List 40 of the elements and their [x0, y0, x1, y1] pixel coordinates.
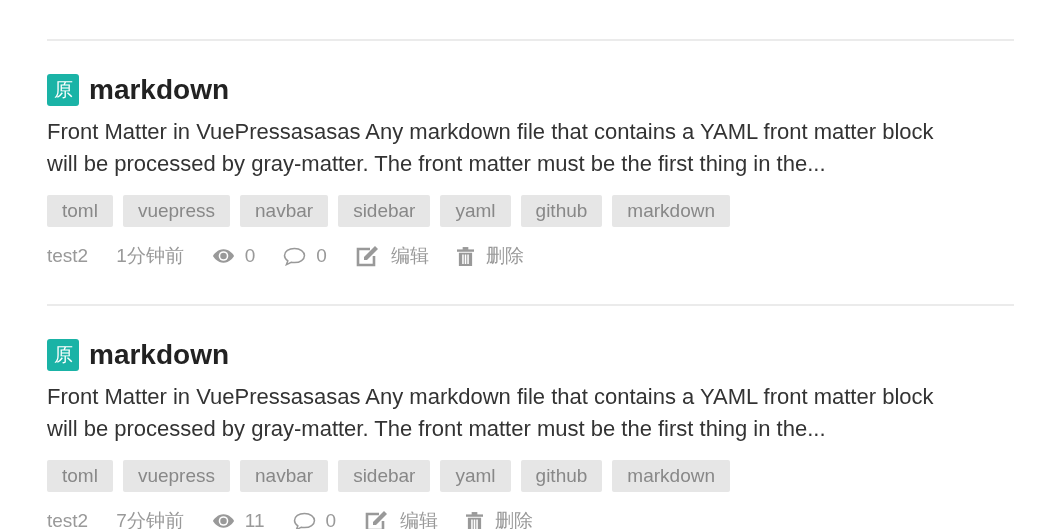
- original-badge: 原: [47, 74, 79, 106]
- comment-icon: [283, 246, 307, 266]
- tag[interactable]: github: [520, 195, 603, 227]
- comment-icon: [292, 511, 316, 529]
- original-badge: 原: [47, 339, 79, 371]
- tag[interactable]: yaml: [440, 460, 511, 492]
- pencil-icon: [354, 245, 379, 267]
- tag[interactable]: navbar: [240, 460, 329, 492]
- tag[interactable]: toml: [47, 195, 113, 227]
- delete-link[interactable]: 删除: [456, 243, 524, 269]
- tag[interactable]: vuepress: [122, 460, 230, 492]
- post-title[interactable]: markdown: [89, 74, 230, 106]
- post-description: Front Matter in VuePressasasas Any markdown file that contains a YAML front matter block will be processed by gray-matter. The front matter must be the first thing in the...: [47, 118, 935, 178]
- comment-count: 0: [325, 510, 337, 529]
- tag[interactable]: sidebar: [338, 195, 431, 227]
- eye-icon: [211, 248, 235, 264]
- author-name: test2: [47, 510, 89, 529]
- edit-link[interactable]: 编辑: [364, 508, 439, 529]
- post-title[interactable]: markdown: [89, 339, 230, 371]
- tag[interactable]: sidebar: [338, 460, 431, 492]
- tag[interactable]: toml: [47, 460, 113, 492]
- post-time: 7分钟前: [116, 509, 184, 529]
- tag[interactable]: markdown: [612, 195, 730, 227]
- tag[interactable]: markdown: [612, 460, 730, 492]
- eye-icon: [211, 513, 235, 529]
- post-description: Front Matter in VuePressasasas Any markdown file that contains a YAML front matter block will be processed by gray-matter. The front matter must be the first thing in the...: [47, 383, 935, 443]
- trash-icon: [466, 511, 484, 529]
- view-count: 11: [244, 510, 265, 529]
- tag[interactable]: vuepress: [122, 195, 230, 227]
- tag[interactable]: navbar: [240, 195, 329, 227]
- edit-link[interactable]: 编辑: [354, 243, 429, 269]
- tag[interactable]: github: [520, 460, 603, 492]
- pencil-icon: [364, 510, 389, 529]
- post-time: 1分钟前: [116, 244, 184, 268]
- comment-count: 0: [316, 245, 327, 267]
- tag[interactable]: yaml: [440, 195, 511, 227]
- author-name: test2: [47, 245, 89, 267]
- view-count: 0: [244, 245, 256, 267]
- trash-icon: [456, 246, 474, 266]
- delete-link[interactable]: 删除: [466, 508, 534, 529]
